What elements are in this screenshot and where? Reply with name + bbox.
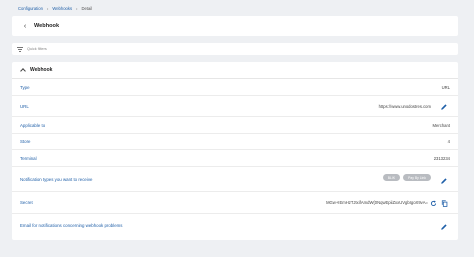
- row-secret: Secret MGw+IEmHzTJtxifAmdW{0NqwEpiiZxxUV…: [12, 192, 458, 214]
- row-store: Store 4: [12, 134, 458, 150]
- terminal-value: 2313234: [433, 156, 450, 161]
- notification-types-label: Notification types you want to receive: [20, 177, 93, 182]
- store-label: Store: [20, 139, 31, 144]
- url-value: https://www.unodostres.com: [378, 104, 431, 109]
- row-url: URL https://www.unodostres.com: [12, 96, 458, 117]
- breadcrumb-detail: Detail: [81, 5, 93, 11]
- breadcrumb-webhooks[interactable]: Webhooks: [52, 6, 72, 11]
- page-title: Webhook: [34, 23, 60, 29]
- terminal-label: Terminal: [20, 156, 37, 161]
- store-value: 4: [447, 139, 450, 144]
- row-applicable-to: Applicable to Merchant: [12, 117, 458, 134]
- chevron-left-icon[interactable]: ‹: [20, 23, 30, 30]
- secret-label: Secret: [20, 200, 33, 205]
- applicable-to-value: Merchant: [432, 123, 450, 128]
- section-title: Webhook: [30, 67, 53, 73]
- email-notifications-label: Email for notifications concerning webho…: [20, 223, 123, 228]
- edit-pencil-icon[interactable]: [440, 223, 448, 231]
- filter-icon: [17, 46, 23, 52]
- quick-filters-bar[interactable]: Quick filters: [12, 43, 458, 55]
- applicable-to-label: Applicable to: [20, 123, 46, 128]
- tag-blik: BLIK: [382, 174, 401, 182]
- quick-filters-label: Quick filters: [27, 47, 47, 51]
- breadcrumb: Configuration • Webhooks • Detail: [18, 4, 92, 12]
- row-terminal: Terminal 2313234: [12, 150, 458, 167]
- edit-pencil-icon[interactable]: [440, 103, 448, 111]
- breadcrumb-configuration[interactable]: Configuration: [18, 6, 43, 11]
- breadcrumb-separator: •: [76, 5, 78, 11]
- breadcrumb-separator: •: [46, 5, 49, 11]
- type-value: URL: [441, 85, 450, 90]
- tag-pay-by-link: Pay By Link: [403, 174, 431, 182]
- url-label: URL: [20, 104, 29, 109]
- chevron-up-icon[interactable]: [20, 68, 26, 74]
- secret-value: MGw+IEmHzTJtxifAmdW{0NqwEpiiZxxUVgbIgoX9…: [326, 200, 428, 205]
- type-label: Type: [20, 85, 30, 90]
- row-type: Type URL: [12, 79, 458, 96]
- notification-tags: BLIK Pay By Link: [382, 174, 431, 182]
- edit-pencil-icon[interactable]: [440, 177, 448, 185]
- webhook-detail-card: Webhook Type URL URL https://www.unodost…: [12, 62, 458, 240]
- webhook-section-header[interactable]: Webhook: [12, 62, 458, 79]
- row-notification-types: Notification types you want to receive B…: [12, 167, 458, 192]
- page-header: ‹ Webhook: [12, 16, 458, 36]
- row-email-notifications: Email for notifications concerning webho…: [12, 214, 458, 238]
- copy-icon[interactable]: [441, 200, 448, 207]
- refresh-icon[interactable]: [430, 200, 437, 207]
